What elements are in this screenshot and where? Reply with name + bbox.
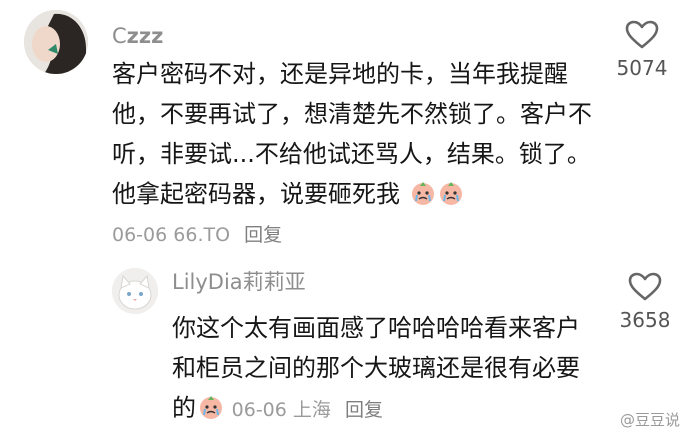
avatar[interactable] (112, 268, 158, 314)
like-count: 3658 (619, 308, 671, 332)
username-text: C (112, 24, 127, 48)
like-button[interactable]: 5074 (602, 20, 682, 80)
crying-face-icon (411, 182, 434, 205)
comment-meta: 06-06 66.TO 回复 (112, 220, 282, 247)
comment-text: 客户密码不对，还是异地的卡，当年我提醒他，不要再试了，想清楚先不然锁了。客户不听… (112, 54, 612, 214)
crying-face-icon (439, 182, 462, 205)
avatar[interactable] (24, 10, 88, 74)
comment-text: 你这个太有画面感了哈哈哈哈看来客户和柜员之间的那个大玻璃还是很有必要的 06-0… (172, 308, 592, 430)
heart-outline-icon (625, 20, 659, 49)
crying-face-icon (200, 396, 222, 419)
username-suffix: zzz (126, 24, 164, 48)
comment-body: 客户密码不对，还是异地的卡，当年我提醒他，不要再试了，想清楚先不然锁了。客户不听… (112, 60, 592, 208)
heart-outline-icon (628, 272, 662, 301)
reply-button[interactable]: 回复 (345, 399, 383, 421)
reply-button[interactable]: 回复 (244, 224, 282, 246)
comment-meta: 06-06 上海 回复 (232, 399, 383, 421)
comment-location: 上海 (292, 399, 331, 421)
avatar-image (24, 10, 88, 74)
comment-location: 66.TO (173, 224, 231, 246)
comment-date: 06-06 (231, 399, 287, 421)
username[interactable]: LilyDia莉莉亚 (172, 266, 306, 296)
like-count: 5074 (616, 56, 668, 80)
like-button[interactable]: 3658 (605, 272, 685, 332)
comment-date: 06-06 (112, 224, 168, 246)
username[interactable]: Czzz (112, 24, 163, 48)
watermark: @豆豆说 (619, 411, 680, 429)
avatar-image (112, 268, 158, 314)
